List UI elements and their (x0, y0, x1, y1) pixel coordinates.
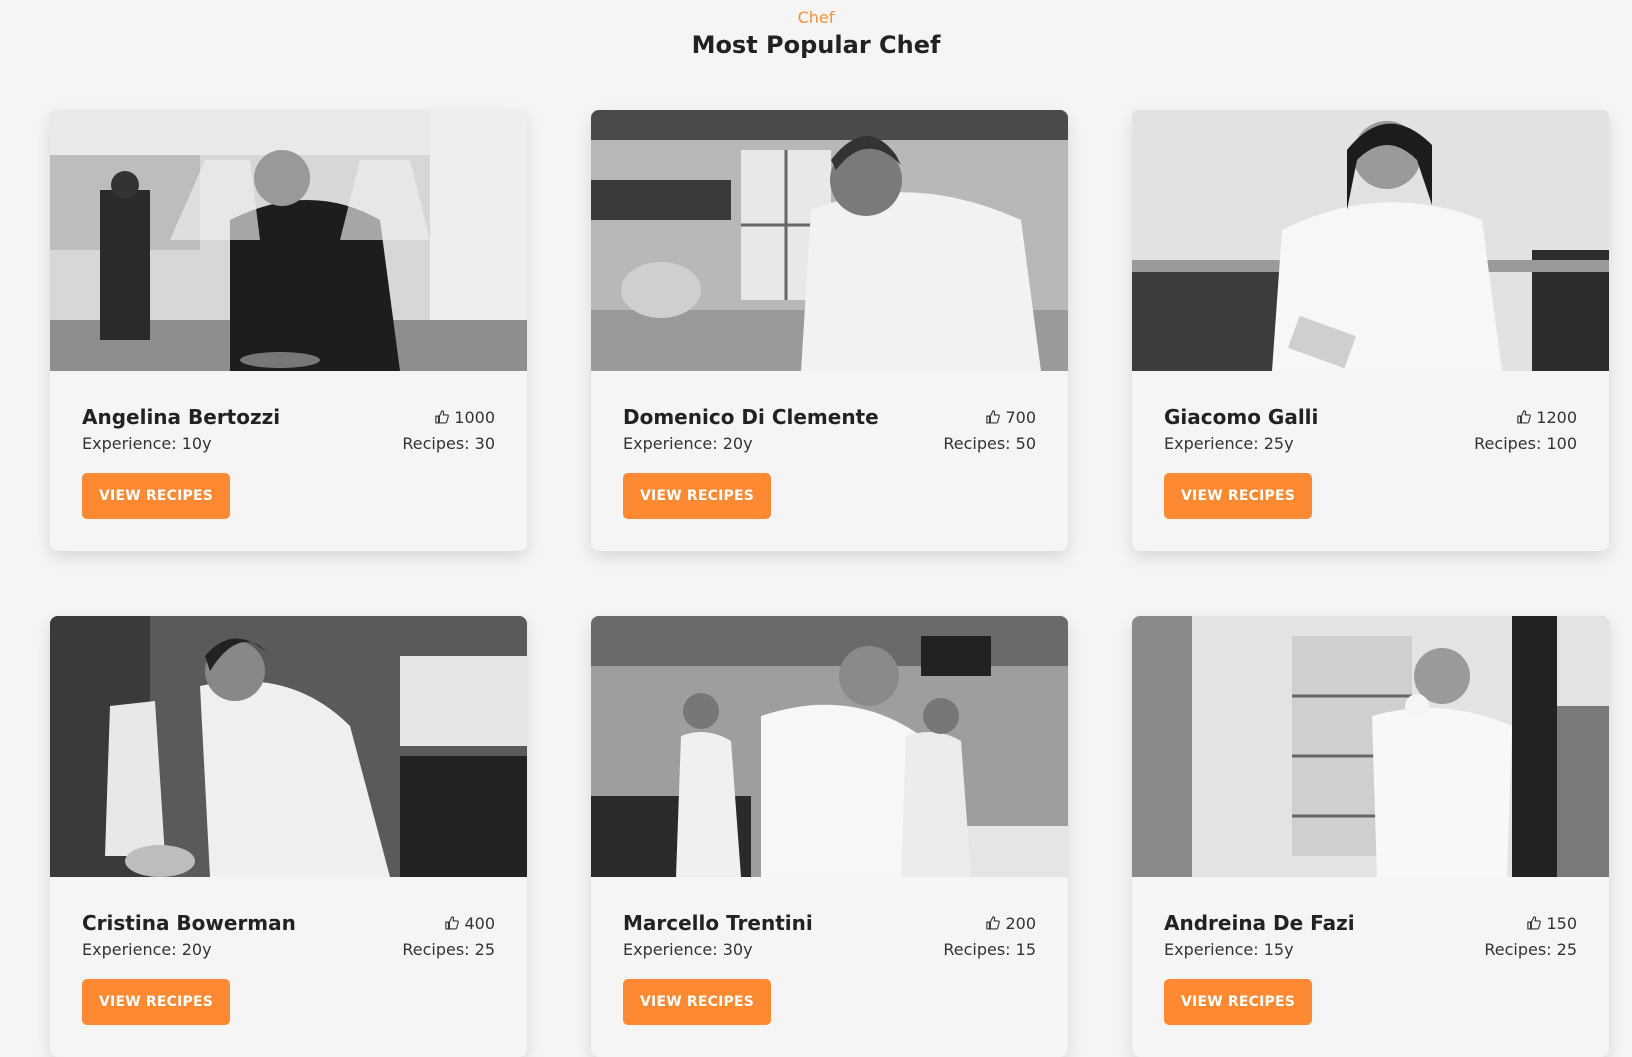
view-recipes-button[interactable]: VIEW RECIPES (1164, 473, 1313, 519)
chef-recipes-count: Recipes: 100 (1474, 434, 1577, 453)
chef-name: Angelina Bertozzi (82, 405, 281, 429)
likes-count: 1200 (1517, 408, 1577, 427)
chef-photo (50, 110, 527, 371)
chef-recipes-count: Recipes: 25 (402, 940, 495, 959)
likes-value: 150 (1546, 913, 1577, 933)
chef-card: Cristina Bowerman 400 Experience: 20y Re… (50, 616, 527, 1057)
chef-card-body: Giacomo Galli 1200 Experience: 25y Recip… (1132, 371, 1609, 551)
view-recipes-button[interactable]: VIEW RECIPES (623, 979, 772, 1025)
likes-value: 700 (1005, 407, 1036, 427)
thumbs-up-icon (1527, 916, 1542, 930)
chef-name: Cristina Bowerman (82, 911, 296, 935)
likes-count: 1000 (435, 408, 495, 427)
thumbs-up-icon (1517, 410, 1532, 424)
likes-count: 200 (986, 914, 1036, 933)
chef-photo (50, 616, 527, 877)
chef-card-body: Domenico Di Clemente 700 Experience: 20y… (591, 371, 1068, 551)
chef-experience: Experience: 10y (82, 434, 212, 453)
chef-experience: Experience: 15y (1164, 940, 1294, 959)
chef-recipes-count: Recipes: 15 (943, 940, 1036, 959)
chef-name: Domenico Di Clemente (623, 405, 879, 429)
view-recipes-button[interactable]: VIEW RECIPES (82, 979, 231, 1025)
view-recipes-button[interactable]: VIEW RECIPES (623, 473, 772, 519)
thumbs-up-icon (986, 410, 1001, 424)
likes-count: 400 (445, 914, 495, 933)
chef-name: Andreina De Fazi (1164, 911, 1355, 935)
chef-experience: Experience: 30y (623, 940, 753, 959)
likes-count: 150 (1527, 914, 1577, 933)
likes-value: 1000 (454, 407, 495, 427)
section-eyebrow: Chef (797, 8, 835, 27)
thumbs-up-icon (445, 916, 460, 930)
chef-photo (1132, 616, 1609, 877)
chef-experience: Experience: 20y (623, 434, 753, 453)
chef-card-body: Andreina De Fazi 150 Experience: 15y Rec… (1132, 877, 1609, 1057)
chef-name: Marcello Trentini (623, 911, 813, 935)
chef-card-body: Cristina Bowerman 400 Experience: 20y Re… (50, 877, 527, 1057)
view-recipes-button[interactable]: VIEW RECIPES (82, 473, 231, 519)
chef-recipes-count: Recipes: 50 (943, 434, 1036, 453)
chef-card: Giacomo Galli 1200 Experience: 25y Recip… (1132, 110, 1609, 551)
thumbs-up-icon (435, 410, 450, 424)
likes-value: 200 (1005, 913, 1036, 933)
chef-card-body: Angelina Bertozzi 1000 Experience: 10y R… (50, 371, 527, 551)
chef-card: Domenico Di Clemente 700 Experience: 20y… (591, 110, 1068, 551)
likes-value: 400 (464, 913, 495, 933)
thumbs-up-icon (986, 916, 1001, 930)
chef-card-body: Marcello Trentini 200 Experience: 30y Re… (591, 877, 1068, 1057)
section-title: Most Popular Chef (691, 31, 941, 59)
chef-recipes-count: Recipes: 25 (1484, 940, 1577, 959)
chef-experience: Experience: 25y (1164, 434, 1294, 453)
chef-grid: Angelina Bertozzi 1000 Experience: 10y R… (50, 110, 1610, 1057)
chef-card: Angelina Bertozzi 1000 Experience: 10y R… (50, 110, 527, 551)
chef-experience: Experience: 20y (82, 940, 212, 959)
chef-photo (591, 110, 1068, 371)
likes-count: 700 (986, 408, 1036, 427)
view-recipes-button[interactable]: VIEW RECIPES (1164, 979, 1313, 1025)
chef-card: Andreina De Fazi 150 Experience: 15y Rec… (1132, 616, 1609, 1057)
chef-photo (1132, 110, 1609, 371)
chef-card: Marcello Trentini 200 Experience: 30y Re… (591, 616, 1068, 1057)
likes-value: 1200 (1536, 407, 1577, 427)
chef-name: Giacomo Galli (1164, 405, 1319, 429)
chef-photo (591, 616, 1068, 877)
chef-recipes-count: Recipes: 30 (402, 434, 495, 453)
